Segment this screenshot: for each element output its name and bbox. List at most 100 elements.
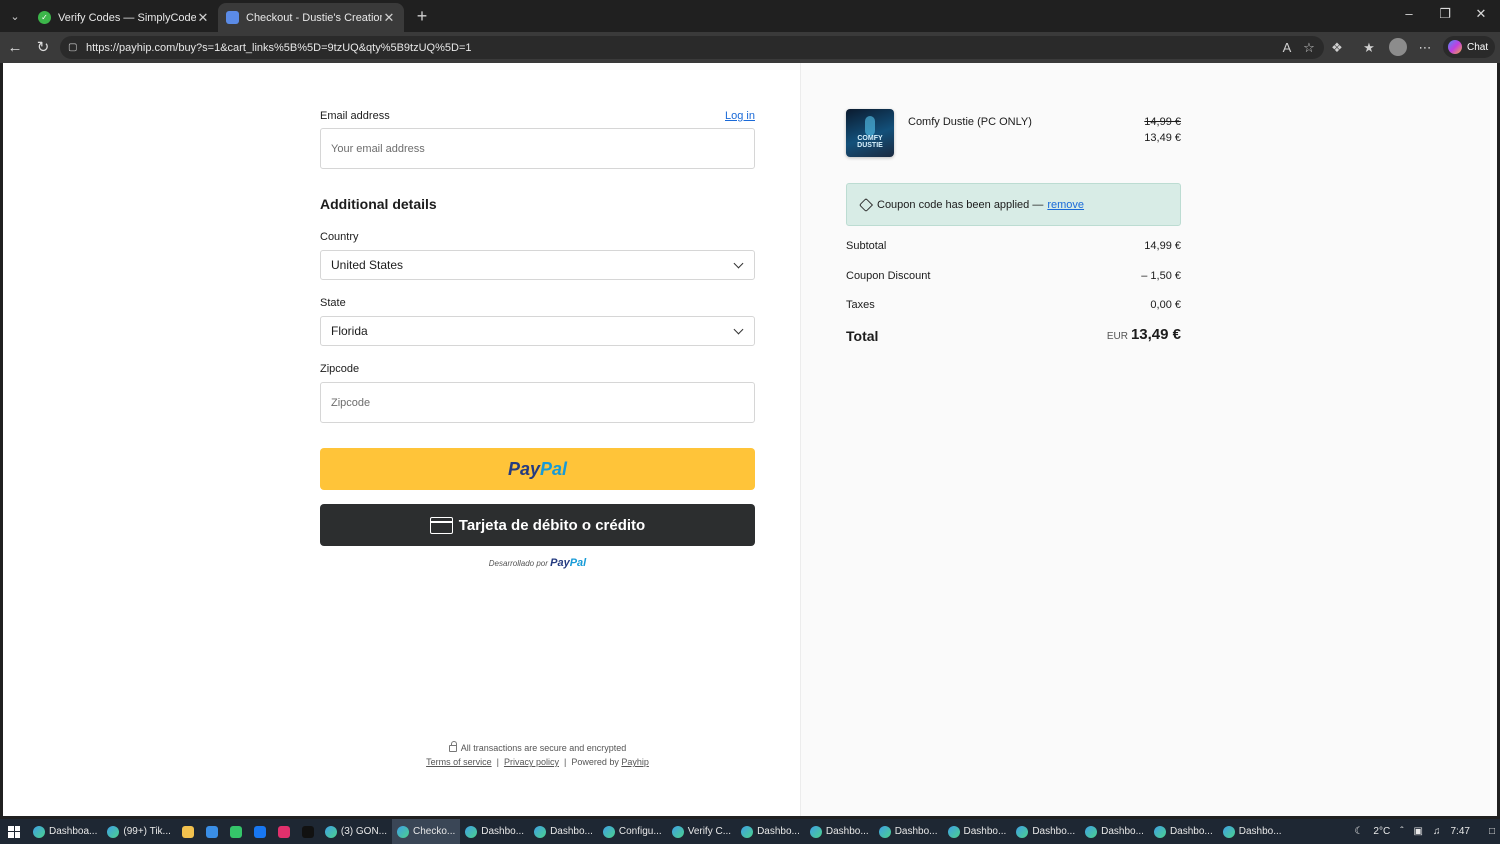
edge-browser-icon	[33, 825, 45, 838]
discount-value: – 1,50 €	[1141, 270, 1181, 282]
refresh-icon[interactable]: ↻	[33, 38, 53, 58]
email-placeholder: Your email address	[331, 142, 425, 155]
email-field[interactable]: Your email address	[320, 128, 755, 169]
read-aloud-icon[interactable]: A	[1277, 38, 1297, 58]
tab-actions-chevron-icon[interactable]: ⌄	[4, 5, 26, 27]
coupon-text: Coupon code has been applied —	[877, 198, 1044, 211]
taskbar-item[interactable]: (3) GON...	[320, 819, 392, 844]
close-tab-icon[interactable]: ✕	[382, 10, 396, 26]
restore-icon[interactable]: ❐	[1435, 6, 1455, 22]
zipcode-field[interactable]: Zipcode	[320, 382, 755, 423]
edge-browser-icon	[1153, 825, 1166, 838]
total-row: Total EUR 13,49 €	[846, 326, 1181, 346]
debit-credit-card-button[interactable]: Tarjeta de débito o crédito	[320, 504, 755, 546]
chevron-down-icon	[733, 324, 744, 335]
taskbar-item[interactable]: Dashbo...	[529, 819, 598, 844]
more-options-icon[interactable]: ⋯	[1415, 38, 1435, 58]
start-button[interactable]	[0, 819, 28, 844]
edge-browser-icon	[1016, 825, 1029, 838]
store-icon[interactable]	[205, 825, 218, 838]
secure-text: All transactions are secure and encrypte…	[460, 743, 627, 753]
taskbar-item[interactable]: Dashbo...	[460, 819, 529, 844]
taskbar-item-label: Dashboa...	[49, 826, 98, 837]
powered-by-text: Desarrollado por	[488, 559, 548, 568]
remove-coupon-link[interactable]: remove	[1047, 199, 1084, 211]
volume-icon[interactable]: ♫	[1433, 826, 1441, 837]
taskbar-item-label: Dashbo...	[963, 826, 1007, 837]
tab-verify-codes[interactable]: ✓ Verify Codes — SimplyCodes ✕	[30, 3, 218, 32]
paypal-small-logo-pal: Pal	[569, 557, 587, 569]
terms-link[interactable]: Terms of service	[426, 757, 492, 767]
taskbar-item-label: Configu...	[618, 826, 662, 837]
taskbar-item[interactable]: Dashbo...	[736, 819, 805, 844]
extensions-icon[interactable]: ❖	[1327, 38, 1347, 58]
taskbar-item[interactable]: Configu...	[598, 819, 667, 844]
total-label: Total	[846, 328, 879, 344]
taskbar-item[interactable]: Checko...	[392, 819, 461, 844]
close-window-icon[interactable]: ✕	[1471, 6, 1491, 22]
taskbar-item-label: Dashbo...	[1169, 826, 1213, 837]
secure-notice: All transactions are secure and encrypte…	[320, 741, 755, 753]
edge-browser-icon	[1222, 825, 1235, 838]
checkout-page: Email address Log in Your email address …	[3, 63, 1497, 816]
facebook-icon[interactable]	[253, 825, 266, 838]
new-tab-button[interactable]: +	[412, 6, 432, 26]
paypal-powered-by: Desarrollado por PayPal	[320, 557, 755, 569]
simplycodes-favicon-icon: ✓	[38, 11, 51, 24]
network-icon[interactable]: ▣	[1414, 826, 1423, 837]
taxes-value: 0,00 €	[1150, 299, 1181, 311]
weather-temp[interactable]: 2°C	[1373, 826, 1390, 837]
paypal-logo-pal: Pal	[540, 458, 568, 479]
taskbar-item-label: Dashbo...	[1032, 826, 1076, 837]
taskbar-item[interactable]: Verify C...	[667, 819, 736, 844]
address-bar[interactable]: ▢ https://payhip.com/buy?s=1&cart_links%…	[60, 36, 1324, 59]
taskbar-item-label: (3) GON...	[340, 826, 388, 837]
whatsapp-icon[interactable]	[229, 825, 242, 838]
email-label: Email address	[320, 110, 390, 122]
taskbar-item[interactable]: (99+) Tik...	[102, 819, 176, 844]
taskbar-item-label: (99+) Tik...	[123, 826, 171, 837]
clock-time[interactable]: 7:47	[1450, 826, 1469, 837]
notifications-icon[interactable]: □	[1489, 826, 1495, 837]
login-link[interactable]: Log in	[725, 110, 755, 122]
x-app-icon[interactable]	[301, 825, 314, 838]
coupon-applied-notice: Coupon code has been applied — remove	[846, 183, 1181, 226]
product-thumbnail: COMFY DUSTIE	[846, 109, 894, 157]
url-text[interactable]: https://payhip.com/buy?s=1&cart_links%5B…	[86, 42, 472, 54]
profile-avatar[interactable]	[1389, 38, 1407, 56]
paypal-small-logo-pay: Pay	[550, 557, 570, 569]
edge-browser-icon	[947, 825, 960, 838]
weather-moon-icon[interactable]: ☾	[1354, 826, 1363, 837]
taskbar-item[interactable]: Dashboa...	[28, 819, 102, 844]
taskbar-item[interactable]: Dashbo...	[1011, 819, 1080, 844]
state-select[interactable]: Florida	[320, 316, 755, 346]
site-info-lock-icon[interactable]: ▢	[68, 42, 78, 53]
copilot-chat-button[interactable]: Chat	[1443, 36, 1495, 58]
favorite-star-icon[interactable]: ☆	[1299, 38, 1319, 58]
edge-browser-icon	[397, 825, 410, 838]
taskbar-item[interactable]: Dashbo...	[943, 819, 1012, 844]
taskbar-item[interactable]: Dashbo...	[805, 819, 874, 844]
payhip-link[interactable]: Payhip	[621, 757, 649, 767]
close-tab-icon[interactable]: ✕	[196, 10, 210, 26]
privacy-link[interactable]: Privacy policy	[504, 757, 559, 767]
taskbar-item-label: Dashbo...	[481, 826, 525, 837]
file-explorer-icon[interactable]	[181, 825, 194, 838]
tag-icon	[858, 197, 874, 212]
tab-checkout[interactable]: Checkout - Dustie's Creations ✕	[218, 3, 404, 32]
minimize-icon[interactable]: –	[1399, 6, 1419, 21]
discount-label: Coupon Discount	[846, 270, 931, 282]
product-name: Comfy Dustie (PC ONLY)	[908, 116, 1032, 128]
tray-chevron-up-icon[interactable]: ˆ	[1400, 826, 1403, 837]
taskbar-item[interactable]: Dashbo...	[1080, 819, 1149, 844]
taskbar-item[interactable]: Dashbo...	[1218, 819, 1287, 844]
taskbar-item[interactable]: Dashbo...	[874, 819, 943, 844]
taskbar-item[interactable]: Dashbo...	[1149, 819, 1218, 844]
back-arrow-icon[interactable]: ←	[5, 38, 25, 58]
country-select[interactable]: United States	[320, 250, 755, 280]
edge-browser-icon	[324, 825, 337, 838]
instagram-icon[interactable]	[277, 825, 290, 838]
paypal-button[interactable]: Pay Pal	[320, 448, 755, 490]
state-label: State	[320, 297, 346, 309]
favorites-list-icon[interactable]: ★	[1359, 38, 1379, 58]
